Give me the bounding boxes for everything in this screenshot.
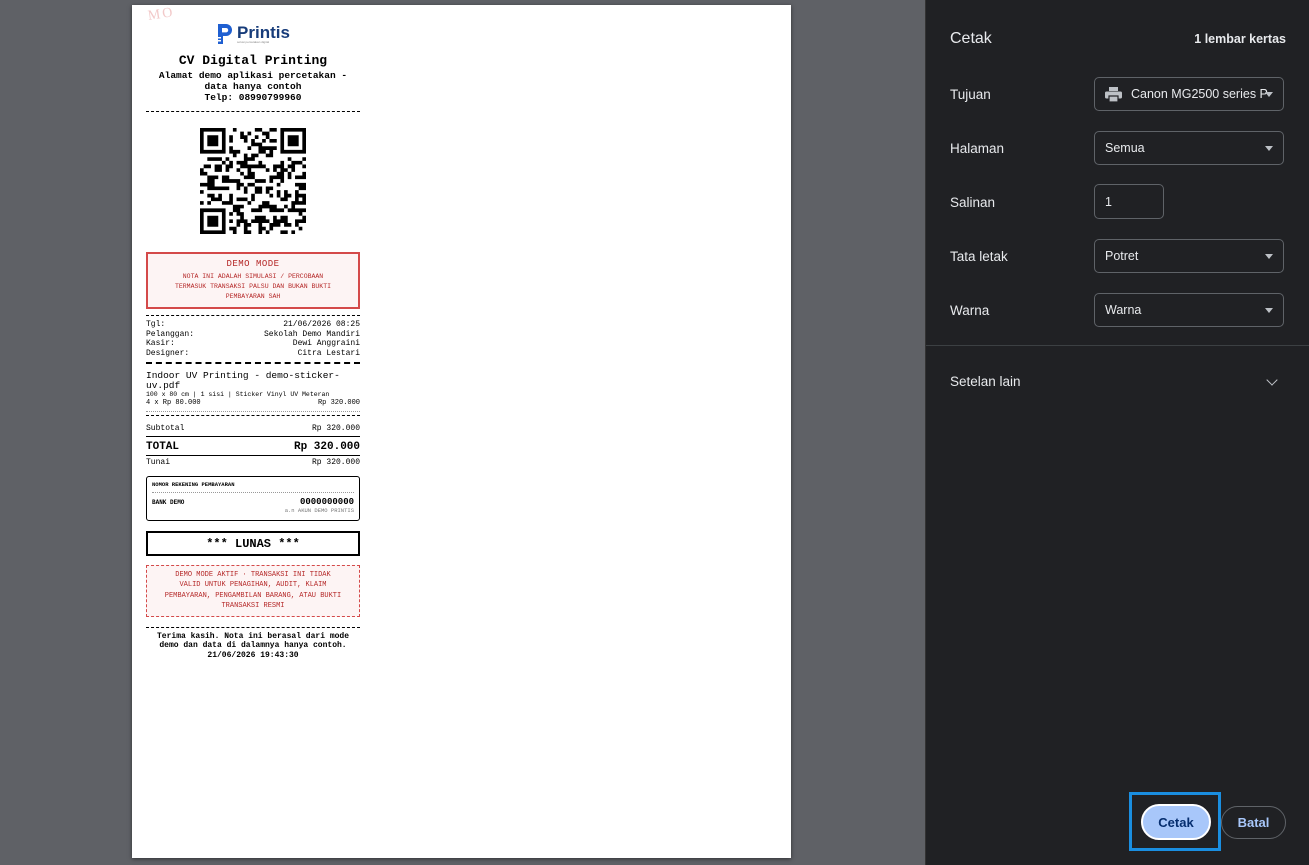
more-settings-toggle[interactable]: Setelan lain (950, 374, 1021, 389)
pages-select[interactable]: Semua (1094, 131, 1284, 165)
layout-value: Potret (1105, 249, 1139, 263)
printed-at: 21/06/2026 19:43:30 (207, 650, 299, 660)
divider (926, 345, 1309, 346)
demo-text-line: TERMASUK TRANSAKSI PALSU DAN BUKAN BUKTI (174, 283, 332, 290)
item-description: 100 x 80 cm | 1 sisi | Sticker Vinyl UV … (146, 391, 330, 398)
payment-value: Rp 320.000 (311, 458, 360, 467)
chevron-down-icon (1265, 92, 1273, 97)
bank-number: 0000000000 (299, 496, 354, 507)
color-select[interactable]: Warna (1094, 293, 1284, 327)
meta-row: Designer: Citra Lestari (146, 349, 360, 359)
chevron-down-icon[interactable] (1266, 374, 1278, 386)
printis-logo-icon (216, 24, 233, 44)
meta-value: Citra Lestari (297, 348, 360, 358)
meta-value: Dewi Anggraini (292, 339, 360, 348)
demo-mode-notice: DEMO MODE NOTA INI ADALAH SIMULASI / PER… (146, 252, 360, 309)
layout-label: Tata letak (950, 249, 1008, 264)
demo-footer-line: TRANSAKSI RESMI (221, 602, 285, 610)
thanks-line: Terima kasih. Nota ini berasal dari mode (156, 631, 350, 641)
divider (152, 491, 354, 493)
divider (146, 626, 360, 628)
demo-text-line: PEMBAYARAN SAH (225, 293, 281, 300)
cancel-button[interactable]: Batal (1221, 806, 1286, 839)
qr-modules (200, 128, 306, 234)
meta-label: Pelanggan: (146, 329, 195, 339)
demo-footer-notice: DEMO MODE AKTIF · TRANSAKSI INI TIDAK VA… (146, 564, 360, 617)
bank-row: BANK DEMO 0000000000 (152, 497, 354, 507)
paper-sheet: MO Printis solusi percetakan digital CV … (132, 5, 791, 858)
demo-title: DEMO MODE (226, 259, 280, 269)
color-label: Warna (950, 303, 990, 318)
copies-input[interactable] (1094, 184, 1164, 219)
logo: Printis solusi percetakan digital (146, 21, 360, 47)
address-line: Alamat demo aplikasi percetakan - (158, 70, 348, 81)
destination-value: Canon MG2500 series P (1131, 87, 1268, 101)
panel-title: Cetak (950, 30, 992, 47)
print-settings-panel: Cetak 1 lembar kertas Tujuan Canon MG250… (925, 0, 1309, 865)
copies-label: Salinan (950, 195, 996, 210)
item-qty: 4 x Rp 80.000 (146, 399, 201, 407)
destination-select[interactable]: Canon MG2500 series P (1094, 77, 1284, 111)
address-line: data hanya contoh (204, 81, 302, 92)
total-row: TOTAL Rp 320.000 (146, 440, 360, 454)
chevron-down-icon (1265, 308, 1273, 313)
pages-value: Semua (1105, 141, 1145, 155)
meta-row: Kasir: Dewi Anggraini (146, 339, 360, 349)
meta-value: 21/06/2026 08:25 (283, 320, 360, 329)
color-value: Warna (1105, 303, 1142, 317)
demo-text: NOTA INI ADALAH SIMULASI / PERCOBAAN TER… (152, 272, 354, 302)
logo-name: Printis (237, 22, 290, 42)
receipt-meta: Tgl: 21/06/2026 08:25 Pelanggan: Sekolah D… (146, 320, 360, 358)
demo-footer-line: DEMO MODE AKTIF · TRANSAKSI INI TIDAK (175, 570, 331, 579)
payment-row: Tunai Rp 320.000 (146, 458, 360, 468)
pages-label: Halaman (950, 141, 1005, 156)
divider (146, 414, 360, 416)
subtotal-row: Subtotal Rp 320.000 (146, 424, 360, 434)
print-preview-area[interactable]: MO Printis solusi percetakan digital CV … (0, 0, 925, 865)
meta-value: Sekolah Demo Mandiri (263, 329, 360, 339)
qr-code (200, 128, 306, 234)
layout-select[interactable]: Potret (1094, 239, 1284, 273)
meta-row: Tgl: 21/06/2026 08:25 (146, 320, 360, 330)
total-label: TOTAL (146, 441, 180, 453)
chevron-down-icon (1265, 146, 1273, 151)
divider (146, 455, 360, 456)
print-button[interactable]: Cetak (1141, 804, 1211, 840)
payment-label: Tunai (146, 458, 171, 467)
divider (146, 111, 360, 112)
meta-label: Kasir: (146, 339, 175, 348)
meta-label: Tgl: (146, 320, 166, 329)
shop-name: CV Digital Printing (178, 53, 328, 68)
bank-header: NOMOR REKENING PEMBAYARAN (152, 480, 235, 488)
item-amount: Rp 320.000 (317, 399, 360, 407)
thank-you-note: Terima kasih. Nota ini berasal dari mode… (146, 632, 360, 661)
shop-address: Alamat demo aplikasi percetakan - data h… (146, 70, 360, 103)
receipt: Printis solusi percetakan digital CV Dig… (146, 21, 360, 660)
meta-row: Pelanggan: Sekolah Demo Mandiri (146, 330, 360, 340)
divider (146, 315, 360, 316)
demo-footer-line: VALID UNTUK PENAGIHAN, AUDIT, KLAIM (179, 581, 327, 589)
item-line: 4 x Rp 80.000 Rp 320.000 (146, 399, 360, 409)
demo-footer-line: PEMBAYARAN, PENGAMBILAN BARANG, ATAU BUK… (164, 591, 342, 600)
shop-phone: Telp: 08990799960 (204, 92, 302, 103)
printer-icon (1105, 86, 1122, 102)
paid-status: *** LUNAS *** (146, 530, 360, 556)
divider (146, 410, 360, 412)
bank-name: BANK DEMO (152, 498, 185, 506)
meta-label: Designer: (146, 348, 190, 358)
sheet-count: 1 lembar kertas (1194, 32, 1286, 46)
total-value: Rp 320.000 (293, 441, 360, 453)
chevron-down-icon (1265, 254, 1273, 259)
destination-label: Tujuan (950, 87, 991, 102)
subtotal-value: Rp 320.000 (311, 423, 360, 433)
divider (146, 362, 360, 364)
bank-account-box: NOMOR REKENING PEMBAYARAN BANK DEMO 0000… (146, 475, 360, 521)
divider (146, 436, 360, 437)
item-name: Indoor UV Printing - demo-sticker-uv.pdf (146, 370, 340, 391)
bank-owner: a.n AKUN DEMO PRINTIS (284, 506, 354, 514)
thanks-line: demo dan data di dalamnya hanya contoh. (159, 641, 347, 650)
demo-text-line: NOTA INI ADALAH SIMULASI / PERCOBAAN (182, 273, 324, 280)
subtotal-label: Subtotal (146, 423, 185, 433)
